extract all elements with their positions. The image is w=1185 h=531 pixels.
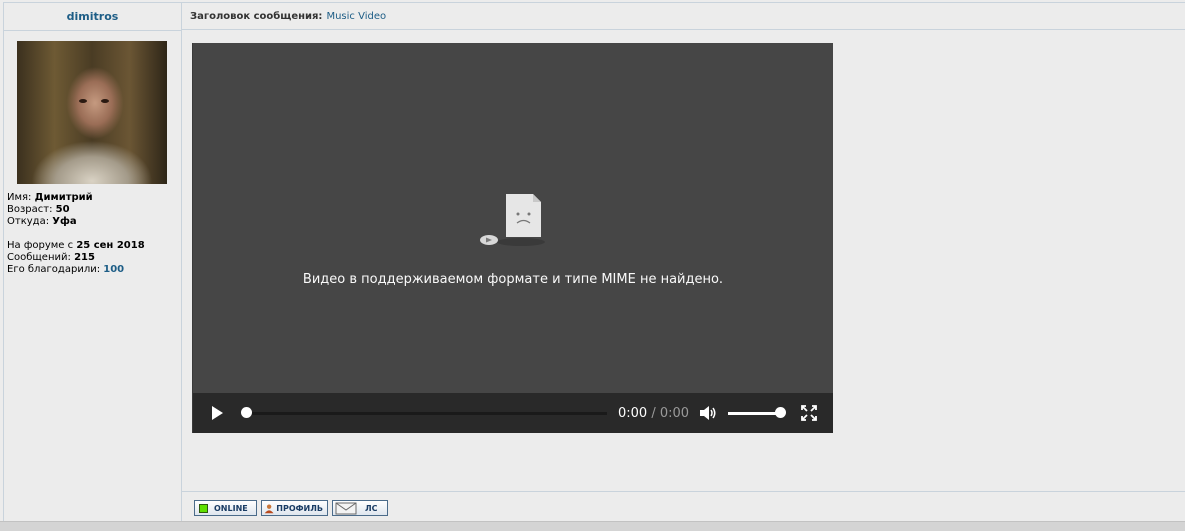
post-footer-divider [182, 491, 1185, 492]
profile-info: Имя: Димитрий Возраст: 50 Откуда: Уфа На… [7, 192, 145, 276]
video-error-message: Видео в поддерживаемом формате и типе MI… [302, 272, 724, 287]
progress-track[interactable] [243, 412, 607, 415]
posts-label: Сообщений: [7, 252, 71, 263]
from-value: Уфа [52, 216, 77, 227]
volume-icon[interactable] [699, 405, 717, 421]
forum-post: dimitros Имя: Димитрий Возраст: 50 Откуд… [3, 2, 1185, 521]
profile-since-row: На форуме с 25 сен 2018 [7, 240, 145, 252]
profile-button[interactable]: ПРОФИЛЬ [261, 500, 328, 516]
private-message-button[interactable]: ЛС [332, 500, 388, 516]
from-label: Откуда: [7, 216, 50, 227]
age-value: 50 [55, 204, 70, 215]
person-icon [264, 503, 274, 513]
progress-handle[interactable] [241, 407, 252, 418]
online-status-button[interactable]: ONLINE [194, 500, 257, 516]
video-player[interactable]: Видео в поддерживаемом формате и типе MI… [192, 43, 833, 433]
online-indicator-icon [199, 503, 208, 513]
time-separator: / [651, 406, 656, 421]
envelope-icon [335, 502, 357, 514]
volume-handle[interactable] [775, 407, 786, 418]
profile-age-row: Возраст: 50 [7, 204, 145, 216]
profile-name-row: Имя: Димитрий [7, 192, 145, 204]
profile-from-row: Откуда: Уфа [7, 216, 145, 228]
avatar-eye-left [79, 99, 87, 103]
author-name[interactable]: dimitros [67, 10, 119, 23]
age-label: Возраст: [7, 204, 53, 215]
time-display: 0:00 / 0:00 [618, 406, 689, 421]
profile-thanks-row: Его благодарили: 100 [7, 264, 145, 276]
play-icon[interactable] [209, 405, 225, 421]
since-label: На форуме с [7, 240, 74, 251]
profile-posts-row: Сообщений: 215 [7, 252, 145, 264]
post-footer-buttons: ONLINE ПРОФИЛЬ ЛС [194, 500, 388, 516]
pm-label: ЛС [365, 503, 378, 513]
subject-value[interactable]: Music Video [326, 11, 386, 22]
subject-header: Заголовок сообщения: Music Video [182, 3, 1185, 30]
duration: 0:00 [659, 406, 690, 421]
thanks-value[interactable]: 100 [103, 264, 124, 275]
current-time: 0:00 [618, 406, 648, 421]
since-value: 25 сен 2018 [76, 240, 145, 251]
thanks-label: Его благодарили: [7, 264, 101, 275]
online-label: ONLINE [214, 503, 248, 513]
avatar-eye-right [101, 99, 109, 103]
volume-track[interactable] [728, 412, 780, 415]
name-label: Имя: [7, 192, 32, 203]
video-controls: 0:00 / 0:00 [193, 393, 833, 433]
posts-value: 215 [74, 252, 95, 263]
author-profile: Имя: Димитрий Возраст: 50 Откуда: Уфа На… [4, 31, 182, 521]
profile-label: ПРОФИЛЬ [276, 503, 323, 513]
avatar [17, 41, 167, 184]
name-value: Димитрий [34, 192, 93, 203]
fullscreen-icon[interactable] [801, 405, 817, 421]
author-header: dimitros [4, 3, 182, 31]
sad-file-icon [480, 194, 545, 246]
subject-label: Заголовок сообщения: [190, 10, 323, 22]
